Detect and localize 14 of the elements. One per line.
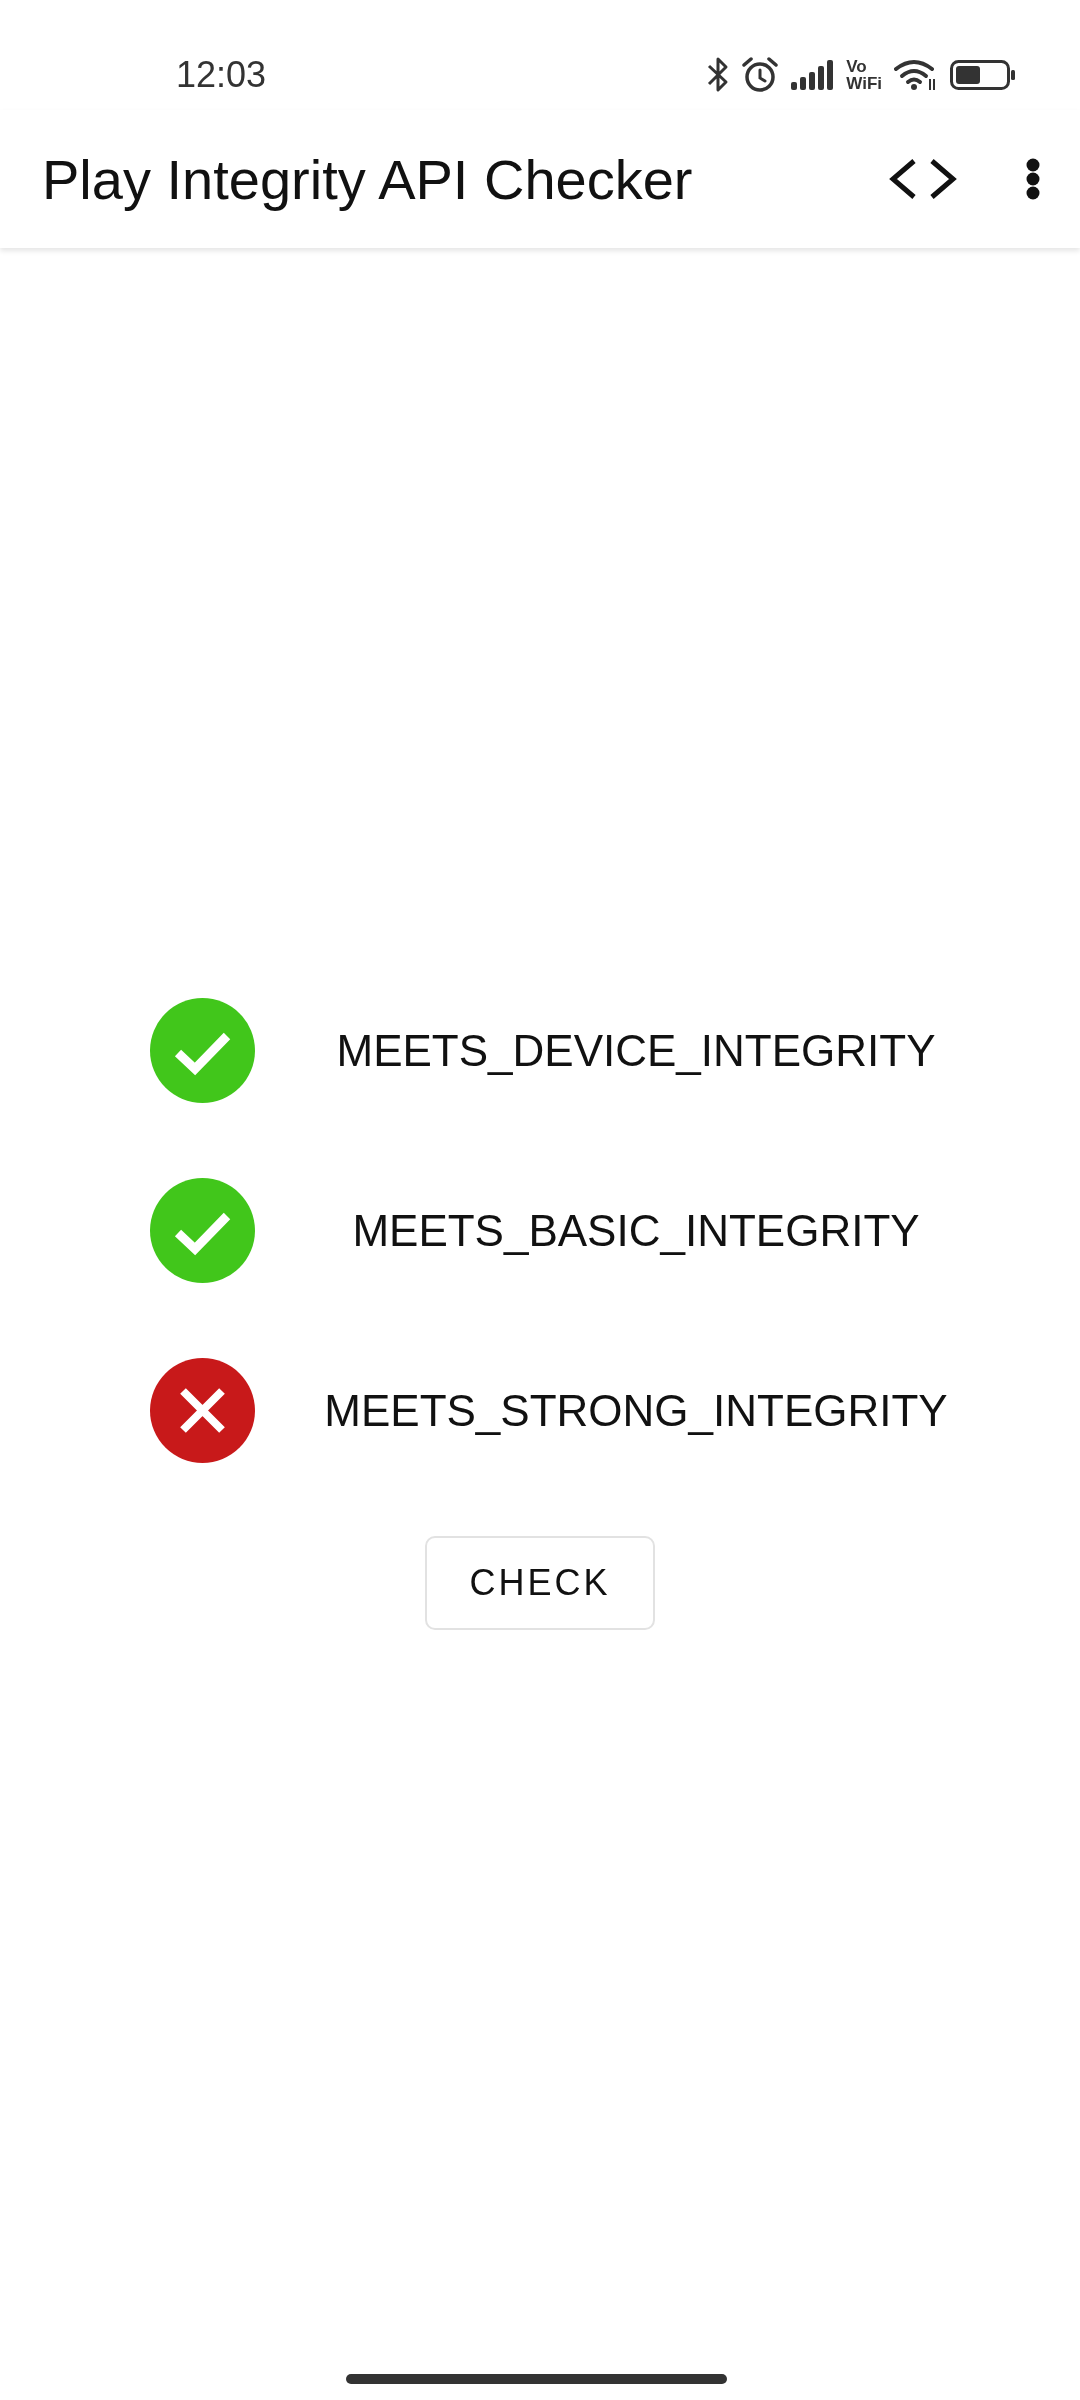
signal-icon [791,60,835,90]
integrity-label: MEETS_BASIC_INTEGRITY [352,1205,920,1256]
code-icon[interactable] [888,158,958,200]
alarm-clock-icon [741,56,780,94]
check-button[interactable]: CHECK [425,1536,655,1630]
battery-icon [950,60,1016,90]
wifi-icon [894,59,938,91]
bluetooth-icon [707,56,730,94]
more-options-icon[interactable] [1026,158,1040,200]
app-title: Play Integrity API Checker [42,146,694,212]
integrity-label: MEETS_STRONG_INTEGRITY [324,1385,948,1436]
vowifi-indicator: Vo WiFi [846,58,882,92]
integrity-label: MEETS_DEVICE_INTEGRITY [336,1025,936,1076]
status-time: 12:03 [176,57,267,93]
